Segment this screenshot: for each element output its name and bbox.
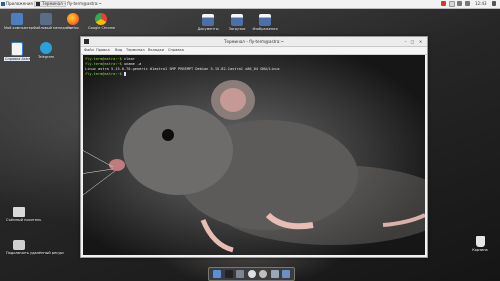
network-drive-icon [13, 240, 25, 250]
desktop-icon-label: Съёмный носитель [6, 218, 42, 222]
desktop: Приложения Терминал – fly-term@astra:~ 1… [0, 0, 500, 281]
search-icon[interactable] [259, 270, 267, 278]
window-title: Терминал – fly-term@astra:~ [224, 39, 284, 44]
desktop-icon-firefox[interactable]: Firefox [60, 13, 86, 30]
desktop-icon-label: Telegram [37, 55, 55, 59]
display-icon[interactable] [282, 270, 290, 278]
close-button[interactable]: ✕ [418, 39, 423, 44]
network-icon[interactable] [457, 1, 462, 6]
terminal-icon[interactable] [224, 270, 233, 278]
menu-view[interactable]: Вид [115, 47, 122, 54]
firefox-icon [67, 13, 79, 25]
power-icon[interactable] [492, 1, 496, 6]
desktop-icon-label: Подключить удалённый ресурс [6, 251, 65, 255]
menu-help[interactable]: Справка [168, 47, 184, 54]
settings-icon[interactable] [270, 270, 279, 278]
desktop-icon-label: Firefox [67, 26, 79, 30]
desktop-icon-label: Изображения [252, 27, 278, 31]
taskbar-separator [68, 1, 69, 7]
menu-file[interactable]: Файл [84, 47, 94, 54]
desktop-icon-label: Справка Astra [4, 57, 31, 61]
desktop-icon-documents[interactable]: Документы [195, 14, 221, 31]
file-manager-icon [40, 13, 52, 25]
start-menu-button[interactable]: Приложения [1, 1, 33, 7]
desktop-icon-remote-resource[interactable]: Подключить удалённый ресурс [6, 240, 65, 255]
desktop-icon-telegram[interactable]: Telegram [33, 42, 59, 59]
top-panel: Приложения Терминал – fly-term@astra:~ 1… [0, 0, 500, 9]
terminal-menubar: Файл Правка Вид Терминал Вкладки Справка [81, 47, 427, 55]
desktop-icon-help[interactable]: Справка Astra [4, 42, 31, 61]
terminal-titlebar[interactable]: Терминал – fly-term@astra:~ – □ ✕ [81, 37, 427, 47]
terminal-window[interactable]: Терминал – fly-term@astra:~ – □ ✕ Файл П… [80, 36, 428, 258]
keyboard-layout-icon[interactable] [449, 1, 455, 7]
browser-icon[interactable] [247, 270, 256, 278]
text-cursor [123, 72, 126, 76]
start-menu-icon [1, 2, 5, 6]
terminal-output[interactable]: fly-term@astra:~$ clear fly-term@astra:~… [83, 55, 425, 255]
computer-icon [11, 13, 23, 25]
folder-icon [259, 14, 271, 26]
dock [208, 267, 295, 281]
telegram-icon [40, 42, 52, 54]
folder-icon [202, 14, 214, 26]
chrome-icon [95, 13, 107, 25]
folder-icon[interactable] [213, 270, 221, 278]
maximize-button[interactable]: □ [410, 39, 415, 44]
desktop-icon-label: Корзина [472, 248, 488, 252]
taskbar-item-terminal-1[interactable]: Терминал – fly-term@astra:~ [34, 1, 102, 7]
trash-icon [475, 236, 485, 247]
document-icon [11, 42, 23, 56]
desktop-icon-file-manager[interactable]: Файловый менеджер [33, 13, 73, 30]
minimize-button[interactable]: – [403, 39, 408, 44]
desktop-icon-label: Документы [197, 27, 219, 31]
desktop-icon-downloads[interactable]: Загрузки [224, 14, 250, 31]
desktop-icon-pictures[interactable]: Изображения [252, 14, 278, 31]
desktop-icon-removable-drive[interactable]: Съёмный носитель [6, 207, 42, 222]
start-menu-label: Приложения [6, 1, 33, 6]
desktop-icon-my-computer[interactable]: Мой компьютер [4, 13, 34, 30]
file-manager-icon[interactable] [236, 270, 244, 278]
desktop-icon-chrome[interactable]: Google Chrome [88, 13, 116, 30]
notification-icon[interactable] [441, 1, 446, 6]
folder-icon [231, 14, 243, 26]
desktop-icon-label: Загрузки [228, 27, 246, 31]
menu-terminal[interactable]: Терминал [126, 47, 145, 54]
menu-tabs[interactable]: Вкладки [148, 47, 164, 54]
terminal-icon [36, 2, 40, 6]
drive-icon [13, 207, 25, 217]
taskbar-item-label: Терминал – fly-term@astra:~ [42, 1, 102, 6]
clock[interactable]: 12:43 [475, 1, 487, 7]
menu-edit[interactable]: Правка [96, 47, 110, 54]
desktop-icon-label: Мой компьютер [4, 26, 34, 30]
desktop-icon-label: Google Chrome [88, 26, 116, 30]
terminal-line: fly-term@astra:~$ [85, 72, 126, 77]
desktop-icon-trash[interactable]: Корзина [467, 236, 493, 252]
terminal-background-image [83, 55, 425, 255]
volume-icon[interactable] [465, 1, 470, 6]
desktop-icon-label: Файловый менеджер [33, 26, 73, 30]
